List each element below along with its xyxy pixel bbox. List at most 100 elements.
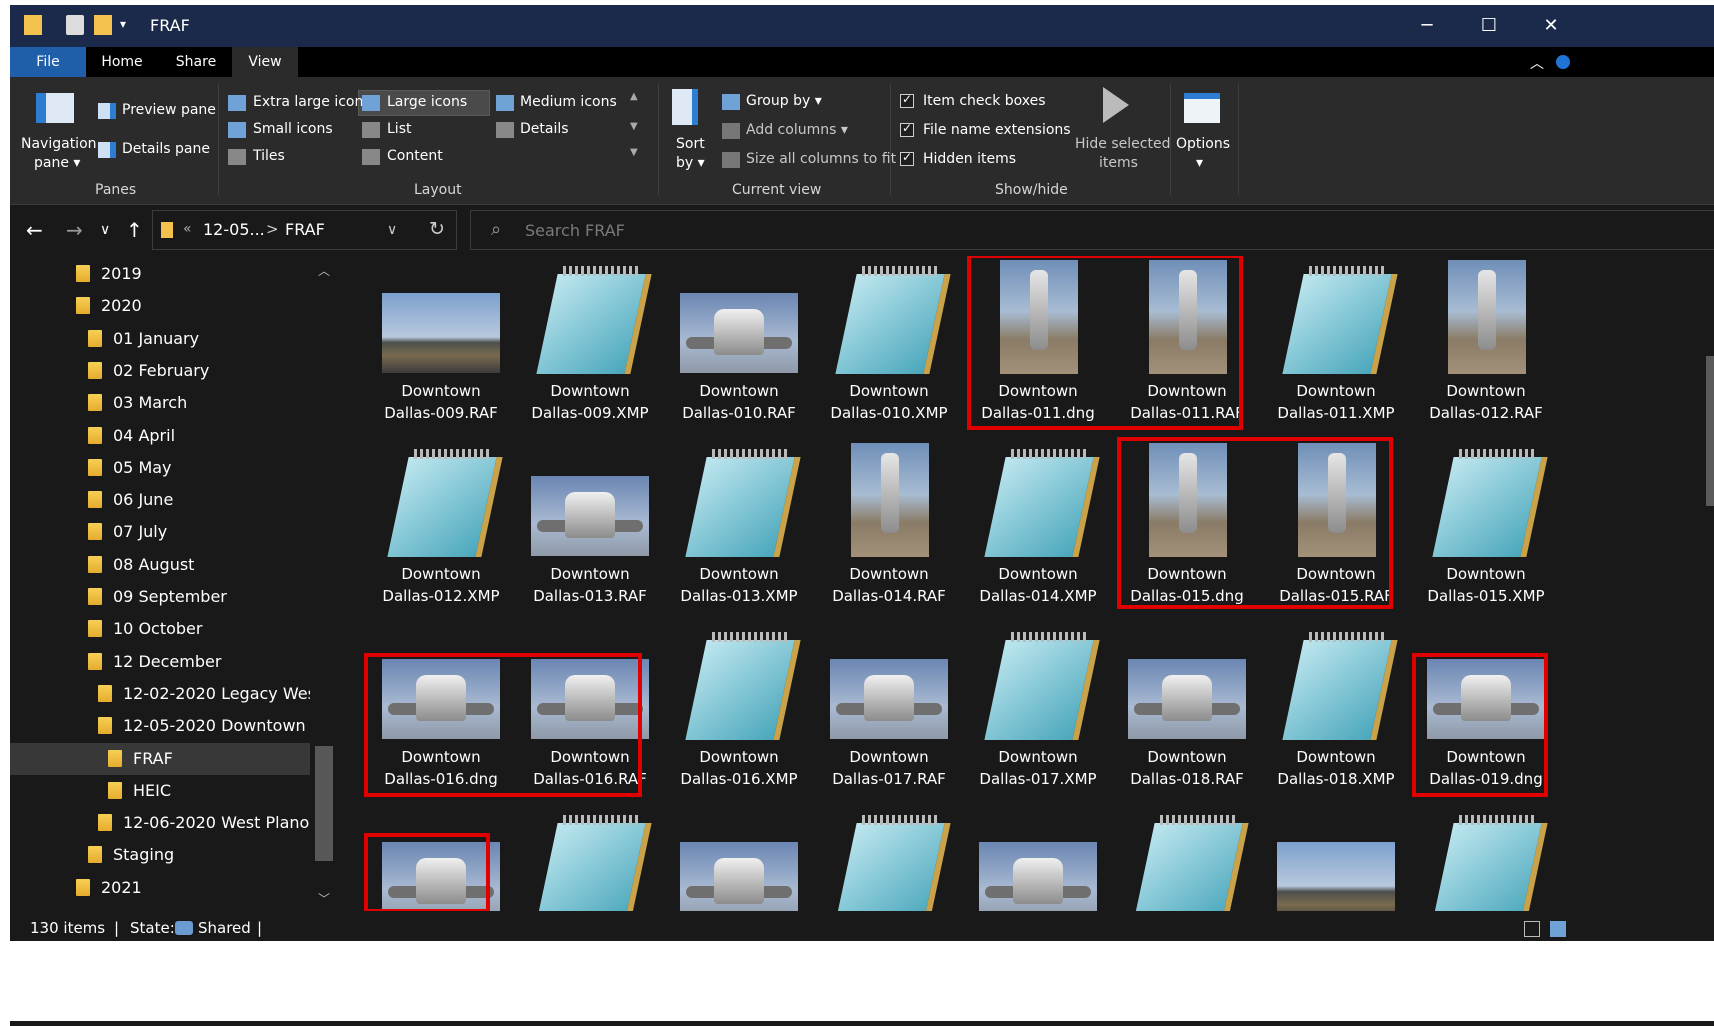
tab-view[interactable]: View: [232, 47, 298, 77]
file-item[interactable]: [1112, 805, 1262, 911]
layout-extra-large-icons[interactable]: Extra large icons: [253, 94, 371, 110]
address-dropdown-icon[interactable]: ∨: [387, 222, 397, 238]
forward-arrow-icon[interactable]: →: [66, 218, 83, 242]
tree-item[interactable]: FRAF: [10, 742, 310, 775]
layout-tiles[interactable]: Tiles: [253, 148, 285, 164]
tree-item[interactable]: 12 December: [88, 646, 310, 678]
tree-item[interactable]: 04 April: [88, 420, 310, 452]
tree-item[interactable]: 2021: [76, 872, 310, 904]
up-arrow-icon[interactable]: ↑: [126, 218, 143, 242]
file-name-extensions-checkbox[interactable]: [900, 121, 914, 137]
tree-item[interactable]: 12-06-2020 West Plano Te: [98, 807, 310, 839]
breadcrumb-item-12-05[interactable]: 12-05...: [203, 220, 265, 239]
file-item[interactable]: [1261, 805, 1411, 911]
tree-item[interactable]: 07 July: [88, 516, 310, 548]
file-item[interactable]: Downtown Dallas-016.XMP: [664, 622, 814, 802]
options-button[interactable]: Options: [1176, 136, 1230, 152]
tab-share[interactable]: Share: [166, 47, 226, 77]
group-by-button[interactable]: Group by ▾: [746, 93, 822, 109]
navigation-pane-button[interactable]: Navigation: [21, 136, 97, 152]
file-item[interactable]: Downtown Dallas-015.XMP: [1411, 439, 1561, 619]
hide-selected-items-button[interactable]: Hide selected: [1075, 136, 1170, 152]
tree-scroll-down-icon[interactable]: ﹀: [318, 890, 330, 907]
details-pane-button[interactable]: Details pane: [122, 141, 210, 157]
properties-icon[interactable]: [66, 15, 84, 35]
file-item[interactable]: [1411, 805, 1561, 911]
layout-list[interactable]: List: [387, 121, 411, 137]
tree-scrollbar-thumb[interactable]: [315, 746, 333, 861]
content-scrollbar-thumb[interactable]: [1706, 356, 1714, 506]
item-check-boxes-checkbox[interactable]: [900, 92, 914, 108]
search-input[interactable]: Search FRAF: [525, 221, 625, 240]
new-folder-icon[interactable]: [94, 15, 112, 35]
tree-item[interactable]: 2019: [76, 258, 310, 290]
layout-large-icons[interactable]: Large icons: [387, 94, 467, 110]
search-box[interactable]: ⌕ Search FRAF: [470, 210, 1714, 250]
maximize-button[interactable]: ☐: [1460, 5, 1518, 47]
hidden-items-label[interactable]: Hidden items: [923, 151, 1016, 167]
tree-item[interactable]: HEIC: [108, 775, 310, 807]
file-item[interactable]: Downtown Dallas-012.RAF: [1411, 256, 1561, 436]
navigation-pane-button-line2[interactable]: pane ▾: [34, 155, 80, 171]
item-check-boxes-label[interactable]: Item check boxes: [923, 93, 1046, 109]
address-bar[interactable]: « 12-05... > FRAF ∨ ↻: [152, 210, 457, 250]
preview-pane-button[interactable]: Preview pane: [122, 102, 216, 118]
file-item[interactable]: Downtown Dallas-012.XMP: [366, 439, 516, 619]
tree-item[interactable]: 08 August: [88, 549, 310, 581]
file-item[interactable]: Downtown Dallas-009.RAF: [366, 256, 516, 436]
tree-item[interactable]: 05 May: [88, 452, 310, 484]
tree-item[interactable]: 12-05-2020 Downtown Da: [98, 710, 310, 742]
file-item[interactable]: Downtown Dallas-017.RAF: [814, 622, 964, 802]
file-item[interactable]: [963, 805, 1113, 911]
tree-item[interactable]: 12-02-2020 Legacy West C: [98, 678, 310, 710]
file-item[interactable]: Downtown Dallas-009.XMP: [515, 256, 665, 436]
layout-medium-icons[interactable]: Medium icons: [520, 94, 617, 110]
options-button-arrow[interactable]: ▾: [1196, 155, 1203, 171]
sort-by-button[interactable]: Sort: [676, 136, 705, 152]
minimize-button[interactable]: ─: [1398, 5, 1456, 47]
tree-item[interactable]: 09 September: [88, 581, 310, 613]
customize-quick-access-icon[interactable]: ▾: [120, 17, 126, 31]
layout-small-icons[interactable]: Small icons: [253, 121, 333, 137]
layout-expand-icon[interactable]: ▼: [630, 147, 638, 158]
file-item[interactable]: Downtown Dallas-013.RAF: [515, 439, 665, 619]
file-item[interactable]: Downtown Dallas-017.XMP: [963, 622, 1113, 802]
file-item[interactable]: Downtown Dallas-018.RAF: [1112, 622, 1262, 802]
file-item[interactable]: [814, 805, 964, 911]
add-columns-button[interactable]: Add columns ▾: [746, 122, 848, 138]
refresh-icon[interactable]: ↻: [429, 218, 445, 240]
file-name-extensions-label[interactable]: File name extensions: [923, 122, 1071, 138]
help-icon[interactable]: [1556, 55, 1570, 69]
breadcrumb-overflow[interactable]: «: [183, 221, 192, 237]
back-arrow-icon[interactable]: ←: [26, 218, 43, 242]
tree-scroll-up-icon[interactable]: ︿: [318, 262, 330, 279]
file-item[interactable]: [515, 805, 665, 911]
tab-file[interactable]: File: [10, 47, 86, 77]
details-view-icon[interactable]: [1524, 921, 1540, 937]
hide-selected-items-button-line2[interactable]: items: [1099, 155, 1138, 171]
navigation-pane-icon[interactable]: [36, 93, 74, 123]
breadcrumb-item-fraf[interactable]: FRAF: [285, 220, 325, 239]
tab-home[interactable]: Home: [92, 47, 152, 77]
size-all-columns-button[interactable]: Size all columns to fit: [746, 151, 896, 167]
file-item[interactable]: Downtown Dallas-013.XMP: [664, 439, 814, 619]
file-item[interactable]: Downtown Dallas-010.XMP: [814, 256, 964, 436]
file-item[interactable]: Downtown Dallas-011.XMP: [1261, 256, 1411, 436]
tree-item[interactable]: 02 February: [88, 355, 310, 387]
collapse-ribbon-icon[interactable]: ︿: [1530, 53, 1544, 73]
recent-locations-icon[interactable]: ∨: [100, 222, 110, 238]
file-item[interactable]: Downtown Dallas-014.RAF: [814, 439, 964, 619]
hidden-items-checkbox[interactable]: [900, 150, 914, 166]
large-icons-view-icon[interactable]: [1550, 921, 1566, 937]
tree-item[interactable]: Staging: [88, 839, 310, 871]
file-item[interactable]: [664, 805, 814, 911]
close-button[interactable]: ✕: [1522, 5, 1580, 47]
sort-by-button-line2[interactable]: by ▾: [676, 155, 705, 171]
layout-scroll-up-icon[interactable]: ▲: [630, 91, 638, 102]
tree-item[interactable]: 06 June: [88, 484, 310, 516]
layout-details[interactable]: Details: [520, 121, 569, 137]
file-item[interactable]: Downtown Dallas-018.XMP: [1261, 622, 1411, 802]
tree-item[interactable]: 2020: [76, 290, 310, 322]
file-item[interactable]: Downtown Dallas-010.RAF: [664, 256, 814, 436]
layout-content[interactable]: Content: [387, 148, 443, 164]
